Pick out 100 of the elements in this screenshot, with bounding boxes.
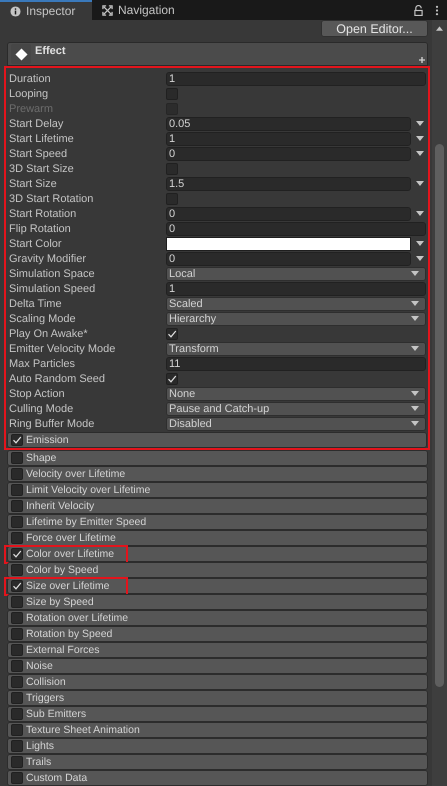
module-header[interactable]: External Forces (7, 642, 428, 658)
dropdown-arrow-icon[interactable] (416, 121, 424, 126)
module-header[interactable]: Force over Lifetime (7, 530, 428, 546)
checkbox[interactable] (11, 724, 23, 736)
property-label: Ring Buffer Mode (8, 418, 96, 430)
module-header[interactable]: Noise (7, 658, 428, 674)
lock-icon[interactable] (414, 4, 423, 16)
property-label: Start Rotation (8, 208, 78, 220)
checkbox[interactable] (11, 628, 23, 640)
checkbox[interactable] (11, 500, 23, 512)
checkbox[interactable] (11, 468, 23, 480)
checkbox[interactable] (166, 372, 178, 384)
dropdown-arrow-icon (411, 271, 419, 276)
number-field[interactable]: 1 (166, 132, 411, 146)
open-editor-button[interactable]: Open Editor... (321, 20, 428, 37)
module-header[interactable]: Sub Emitters (7, 706, 428, 722)
number-field[interactable]: 0.05 (166, 116, 411, 130)
module-header[interactable]: Inherit Velocity (7, 498, 428, 514)
module-header[interactable]: Lights (7, 738, 428, 754)
dropdown[interactable]: Hierarchy (166, 312, 426, 326)
property-label: Play On Awake* (8, 328, 89, 340)
module-header[interactable]: Collision (7, 674, 428, 690)
number-field[interactable]: 0 (166, 252, 411, 266)
dropdown[interactable]: Pause and Catch-up (166, 402, 426, 416)
property-label: Emitter Velocity Mode (8, 342, 116, 354)
module-header[interactable]: Rotation by Speed (7, 626, 428, 642)
dropdown-arrow-icon[interactable] (416, 136, 424, 141)
property-label: Auto Random Seed (8, 372, 106, 384)
dropdown[interactable]: Transform (166, 342, 426, 356)
module-header[interactable]: Limit Velocity over Lifetime (7, 482, 428, 498)
dropdown-arrow-icon (411, 301, 419, 306)
dropdown-arrow-icon[interactable] (416, 211, 424, 216)
checkbox[interactable] (11, 484, 23, 496)
dropdown-arrow-icon (411, 391, 419, 396)
dropdown[interactable]: Disabled (166, 416, 426, 430)
checkbox[interactable] (166, 192, 178, 204)
property-label: Start Speed (8, 148, 68, 160)
module-header[interactable]: Emission (7, 432, 427, 448)
checkbox[interactable] (11, 434, 23, 446)
dropdown-arrow-icon (411, 421, 419, 426)
module-header[interactable]: Color over Lifetime (7, 546, 428, 562)
dropdown-arrow-icon (411, 346, 419, 351)
number-field[interactable]: 1.5 (166, 176, 411, 190)
more-options-icon[interactable] (435, 4, 439, 16)
number-field[interactable]: 0 (166, 146, 411, 160)
module-header[interactable]: Color by Speed (7, 562, 428, 578)
number-field[interactable]: 0 (166, 222, 426, 236)
number-field[interactable]: 1 (166, 72, 426, 86)
checkbox[interactable] (11, 740, 23, 752)
dropdown-arrow-icon[interactable] (416, 151, 424, 156)
module-header[interactable]: Trails (7, 754, 428, 770)
panel-tab[interactable]: Navigation (92, 0, 187, 20)
module-header[interactable]: Texture Sheet Animation (7, 722, 428, 738)
checkbox[interactable] (11, 516, 23, 528)
property-label: Start Size (8, 178, 58, 190)
checkbox[interactable] (11, 676, 23, 688)
number-field[interactable]: 11 (166, 356, 426, 370)
property-label: Duration (8, 72, 52, 84)
checkbox[interactable] (11, 580, 23, 592)
dropdown[interactable]: Scaled (166, 296, 426, 310)
checkbox[interactable] (11, 564, 23, 576)
checkbox[interactable] (11, 452, 23, 464)
checkbox[interactable] (166, 328, 178, 340)
scrollbar[interactable] (432, 20, 447, 786)
dropdown[interactable]: None (166, 386, 426, 400)
dropdown-arrow-icon[interactable] (416, 181, 424, 186)
dropdown-arrow-icon[interactable] (416, 256, 424, 261)
checkbox[interactable] (11, 756, 23, 768)
plus-icon[interactable] (419, 57, 425, 63)
module-header[interactable]: Shape (7, 450, 428, 466)
checkbox[interactable] (11, 596, 23, 608)
property-label: Simulation Space (8, 268, 96, 280)
panel-tab[interactable]: Inspector (0, 0, 92, 20)
module-header[interactable]: Size over Lifetime (7, 578, 428, 594)
checkbox[interactable] (11, 772, 23, 784)
module-header[interactable]: Size by Speed (7, 594, 428, 610)
module-header[interactable]: Velocity over Lifetime (7, 466, 428, 482)
property-label: Flip Rotation (8, 222, 72, 234)
checkbox[interactable] (11, 548, 23, 560)
module-header[interactable]: Lifetime by Emitter Speed (7, 514, 428, 530)
checkbox[interactable] (166, 162, 178, 174)
scroll-up-arrow-icon[interactable] (436, 26, 443, 31)
color-swatch[interactable] (166, 236, 411, 250)
checkbox[interactable] (11, 660, 23, 672)
checkbox[interactable] (11, 692, 23, 704)
number-field[interactable]: 0 (166, 206, 411, 220)
module-header[interactable]: Rotation over Lifetime (7, 610, 428, 626)
checkbox[interactable] (166, 88, 178, 100)
checkbox[interactable] (11, 644, 23, 656)
checkbox[interactable] (11, 612, 23, 624)
checkbox[interactable] (11, 532, 23, 544)
checkbox[interactable] (11, 708, 23, 720)
dropdown-arrow-icon[interactable] (416, 241, 424, 246)
property-label: Gravity Modifier (8, 252, 88, 264)
number-field[interactable]: 1 (166, 282, 426, 296)
module-header[interactable]: Custom Data (7, 770, 428, 786)
dropdown[interactable]: Local (166, 266, 426, 280)
property-label: Max Particles (8, 358, 76, 370)
module-header[interactable]: Triggers (7, 690, 428, 706)
dropdown-arrow-icon (411, 406, 419, 411)
